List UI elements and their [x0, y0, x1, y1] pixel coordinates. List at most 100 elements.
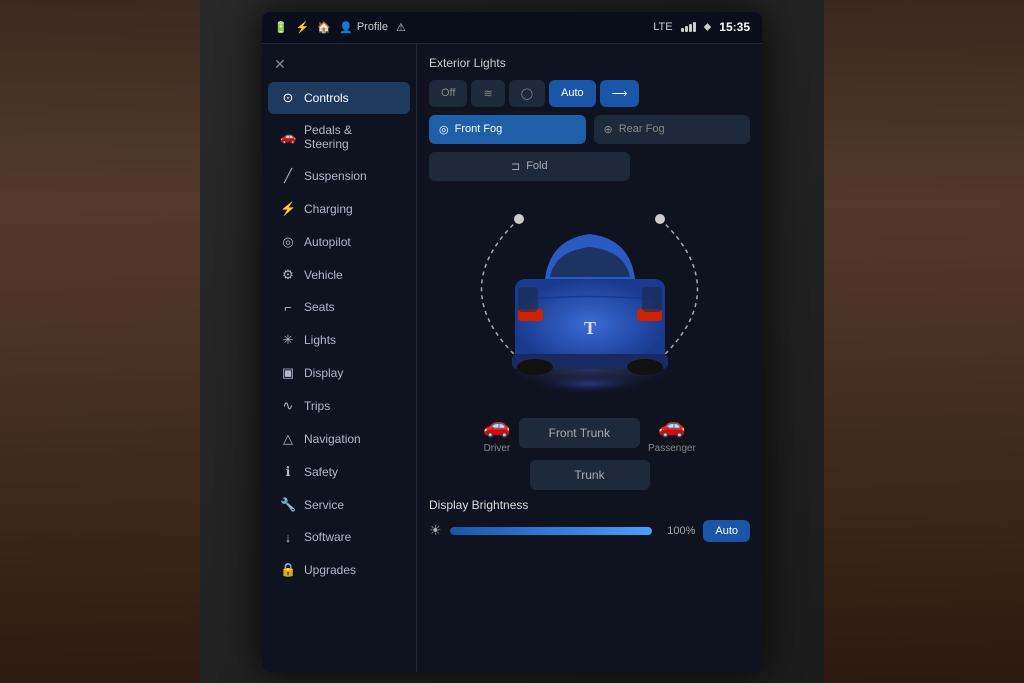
tesla-screen: 🔋 ⚡ 🏠 👤 Profile ⚠ LTE ⬥ 15:35	[262, 12, 762, 672]
profile-icon: 👤	[339, 21, 353, 34]
lights-label: Lights	[304, 333, 336, 347]
lights-parking-button[interactable]: ≋	[471, 80, 504, 107]
front-trunk-button[interactable]: Front Trunk	[519, 418, 640, 448]
close-button[interactable]: ✕	[262, 52, 416, 81]
front-fog-button[interactable]: ◎ Front Fog	[429, 115, 586, 144]
trunk-label: Trunk	[574, 468, 604, 482]
brightness-icon: ☀	[429, 522, 442, 539]
brightness-auto-label: Auto	[715, 525, 738, 537]
brightness-section: Display Brightness ☀ 100% Auto	[429, 498, 750, 542]
fold-button[interactable]: ⊐ Fold	[429, 152, 630, 181]
autopilot-icon: ◎	[280, 234, 296, 250]
upgrades-label: Upgrades	[304, 563, 356, 577]
upgrades-icon: 🔒	[280, 562, 296, 578]
driver-label: Driver	[484, 443, 511, 454]
sidebar-item-trips[interactable]: ∿ Trips	[268, 390, 410, 422]
signal-bar-2	[685, 26, 688, 32]
signal-bars	[681, 22, 696, 32]
passenger-label: Passenger	[648, 443, 696, 454]
trips-icon: ∿	[280, 398, 296, 414]
sidebar-item-display[interactable]: ▣ Display	[268, 357, 410, 389]
passenger-door-icon: 🚗	[658, 413, 685, 439]
lights-highbeam-icon: ⟶	[612, 87, 628, 100]
battery-icon: 🔋	[274, 21, 288, 34]
trunk-main-row: 🚗 Driver Front Trunk 🚗 Passenger	[429, 413, 750, 454]
car-visualization: T	[429, 189, 750, 409]
brightness-title: Display Brightness	[429, 498, 750, 512]
section-title: Exterior Lights	[429, 56, 750, 70]
sidebar-item-autopilot[interactable]: ◎ Autopilot	[268, 226, 410, 258]
rear-fog-label: Rear Fog	[619, 123, 665, 135]
display-icon: ▣	[280, 365, 296, 381]
sidebar-item-service[interactable]: 🔧 Service	[268, 489, 410, 521]
signal-bar-4	[693, 22, 696, 32]
status-bar: 🔋 ⚡ 🏠 👤 Profile ⚠ LTE ⬥ 15:35	[262, 12, 762, 44]
lights-icon: ✳	[280, 332, 296, 348]
service-label: Service	[304, 498, 344, 512]
trips-label: Trips	[304, 399, 330, 413]
sidebar-item-upgrades[interactable]: 🔒 Upgrades	[268, 554, 410, 586]
software-label: Software	[304, 530, 351, 544]
signal-bar-3	[689, 24, 692, 32]
suspension-icon: ╱	[280, 168, 296, 184]
lights-auto-label: Auto	[561, 87, 584, 99]
outer-frame: 🔋 ⚡ 🏠 👤 Profile ⚠ LTE ⬥ 15:35	[0, 0, 1024, 683]
display-label: Display	[304, 366, 343, 380]
rear-fog-icon: ⊕	[604, 123, 613, 136]
sidebar-item-controls[interactable]: ⊙ Controls	[268, 82, 410, 114]
sidebar-item-software[interactable]: ↓ Software	[268, 522, 410, 553]
service-icon: 🔧	[280, 497, 296, 513]
front-fog-icon: ◎	[439, 123, 449, 136]
pedals-label: Pedals & Steering	[304, 123, 398, 151]
front-trunk-label: Front Trunk	[549, 426, 610, 440]
light-mode-group: Off ≋ ◯ Auto ⟶	[429, 80, 750, 107]
passenger-side: 🚗 Passenger	[648, 413, 696, 454]
brightness-fill	[450, 527, 653, 535]
suspension-label: Suspension	[304, 169, 367, 183]
sidebar-item-safety[interactable]: ℹ Safety	[268, 456, 410, 488]
sidebar-item-charging[interactable]: ⚡ Charging	[268, 193, 410, 225]
sidebar-item-lights[interactable]: ✳ Lights	[268, 324, 410, 356]
brightness-auto-button[interactable]: Auto	[703, 520, 750, 542]
vehicle-label: Vehicle	[304, 268, 343, 282]
rear-fog-button[interactable]: ⊕ Rear Fog	[594, 115, 751, 144]
sidebar-item-seats[interactable]: ⌐ Seats	[268, 292, 410, 323]
bluetooth-icon: ⬥	[704, 21, 712, 34]
lights-lowbeam-button[interactable]: ◯	[509, 80, 545, 107]
navigation-icon: △	[280, 431, 296, 447]
fold-row: ⊐ Fold	[429, 152, 750, 181]
seats-icon: ⌐	[280, 300, 296, 315]
controls-icon: ⊙	[280, 90, 296, 106]
lights-off-label: Off	[441, 87, 455, 99]
profile-label: Profile	[357, 21, 388, 33]
wood-trim-left	[0, 0, 200, 683]
fold-icon: ⊐	[511, 160, 520, 173]
lights-auto-button[interactable]: Auto	[549, 80, 596, 107]
pedals-icon: 🚗	[280, 129, 296, 145]
profile-button[interactable]: 👤 Profile	[339, 21, 388, 34]
car-image: T	[500, 199, 680, 399]
safety-label: Safety	[304, 465, 338, 479]
fog-lights-row: ◎ Front Fog ⊕ Rear Fog	[429, 115, 750, 144]
sidebar: ✕ ⊙ Controls 🚗 Pedals & Steering ╱ Suspe…	[262, 44, 417, 672]
charging-icon: ⚡	[280, 201, 296, 217]
lights-highbeam-button[interactable]: ⟶	[600, 80, 640, 107]
lights-off-button[interactable]: Off	[429, 80, 467, 107]
controls-label: Controls	[304, 91, 349, 105]
brightness-bar[interactable]	[450, 527, 653, 535]
driver-door-icon: 🚗	[483, 413, 510, 439]
charging-label: Charging	[304, 202, 353, 216]
trunk-button[interactable]: Trunk	[530, 460, 650, 490]
wood-trim-right	[824, 0, 1024, 683]
sidebar-item-navigation[interactable]: △ Navigation	[268, 423, 410, 455]
svg-text:T: T	[583, 318, 595, 338]
trunk-second-row: Trunk	[429, 460, 750, 490]
sidebar-item-pedals[interactable]: 🚗 Pedals & Steering	[268, 115, 410, 159]
seats-label: Seats	[304, 300, 335, 314]
safety-icon: ℹ	[280, 464, 296, 480]
sidebar-item-suspension[interactable]: ╱ Suspension	[268, 160, 410, 192]
sidebar-item-vehicle[interactable]: ⚙ Vehicle	[268, 259, 410, 291]
lights-parking-icon: ≋	[483, 87, 492, 100]
lights-lowbeam-icon: ◯	[521, 87, 533, 100]
autopilot-label: Autopilot	[304, 235, 351, 249]
